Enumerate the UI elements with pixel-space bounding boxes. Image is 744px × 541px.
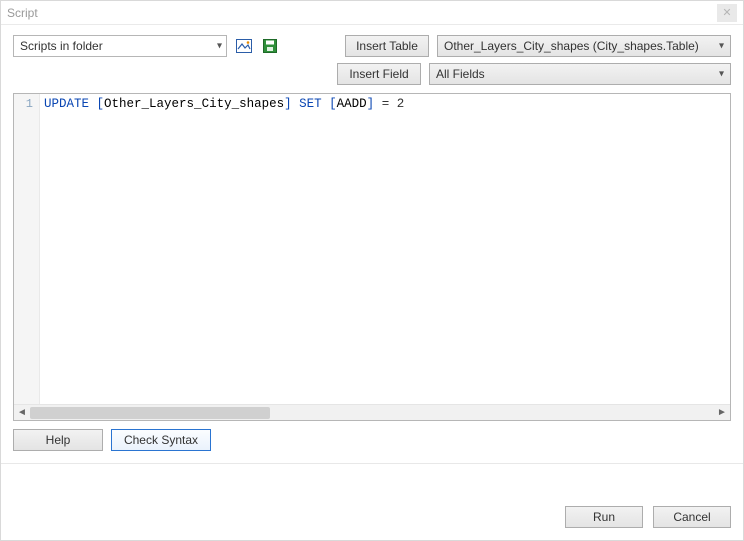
help-button[interactable]: Help	[13, 429, 103, 451]
code-content[interactable]: UPDATE [Other_Layers_City_shapes] SET [A…	[40, 94, 730, 404]
editor-buttons: Help Check Syntax	[1, 421, 743, 451]
window-title: Script	[7, 6, 717, 20]
editor-body: 1 UPDATE [Other_Layers_City_shapes] SET …	[14, 94, 730, 404]
equals: =	[374, 97, 397, 111]
scroll-right-arrow-icon[interactable]: ►	[714, 405, 730, 421]
scrollbar-track[interactable]	[30, 405, 714, 420]
fields-combo[interactable]: All Fields ▾	[429, 63, 731, 85]
check-syntax-button[interactable]: Check Syntax	[111, 429, 211, 451]
scrollbar-thumb[interactable]	[30, 407, 270, 419]
identifier-field: AADD	[337, 97, 367, 111]
picture-icon[interactable]	[235, 37, 253, 55]
cancel-button[interactable]: Cancel	[653, 506, 731, 528]
scripts-folder-select[interactable]: Scripts in folder ▾	[13, 35, 227, 57]
run-button[interactable]: Run	[565, 506, 643, 528]
insert-table-button[interactable]: Insert Table	[345, 35, 429, 57]
scripts-folder-label: Scripts in folder	[20, 39, 103, 53]
toolbar-row-1: Scripts in folder ▾	[13, 35, 731, 57]
line-number: 1	[14, 96, 39, 112]
close-icon: ✕	[722, 6, 731, 19]
line-gutter: 1	[14, 94, 40, 404]
bracket-close: ]	[284, 97, 292, 111]
horizontal-scrollbar[interactable]: ◄ ►	[14, 404, 730, 420]
chevron-down-icon: ▾	[719, 69, 724, 80]
toolbar-row-2: Insert Field All Fields ▾	[13, 63, 731, 85]
dialog-footer: Run Cancel	[1, 494, 743, 540]
chevron-down-icon: ▾	[217, 41, 222, 52]
footer-divider	[1, 463, 743, 464]
keyword-update: UPDATE	[44, 97, 89, 111]
disk-icon[interactable]	[261, 37, 279, 55]
keyword-set: SET	[299, 97, 322, 111]
identifier-table: Other_Layers_City_shapes	[104, 97, 284, 111]
close-button[interactable]: ✕	[717, 4, 737, 22]
insert-field-button[interactable]: Insert Field	[337, 63, 421, 85]
chevron-down-icon: ▾	[719, 41, 724, 52]
value-literal: 2	[397, 97, 405, 111]
titlebar: Script ✕	[1, 1, 743, 25]
bracket-open: [	[329, 97, 337, 111]
bracket-open: [	[97, 97, 105, 111]
script-dialog: Script ✕ Scripts in folder ▾	[0, 0, 744, 541]
table-combo-value: Other_Layers_City_shapes (City_shapes.Ta…	[444, 39, 699, 53]
scroll-left-arrow-icon[interactable]: ◄	[14, 405, 30, 421]
code-editor[interactable]: 1 UPDATE [Other_Layers_City_shapes] SET …	[13, 93, 731, 421]
table-combo[interactable]: Other_Layers_City_shapes (City_shapes.Ta…	[437, 35, 731, 57]
toolbar: Scripts in folder ▾	[1, 25, 743, 85]
fields-combo-value: All Fields	[436, 67, 485, 81]
